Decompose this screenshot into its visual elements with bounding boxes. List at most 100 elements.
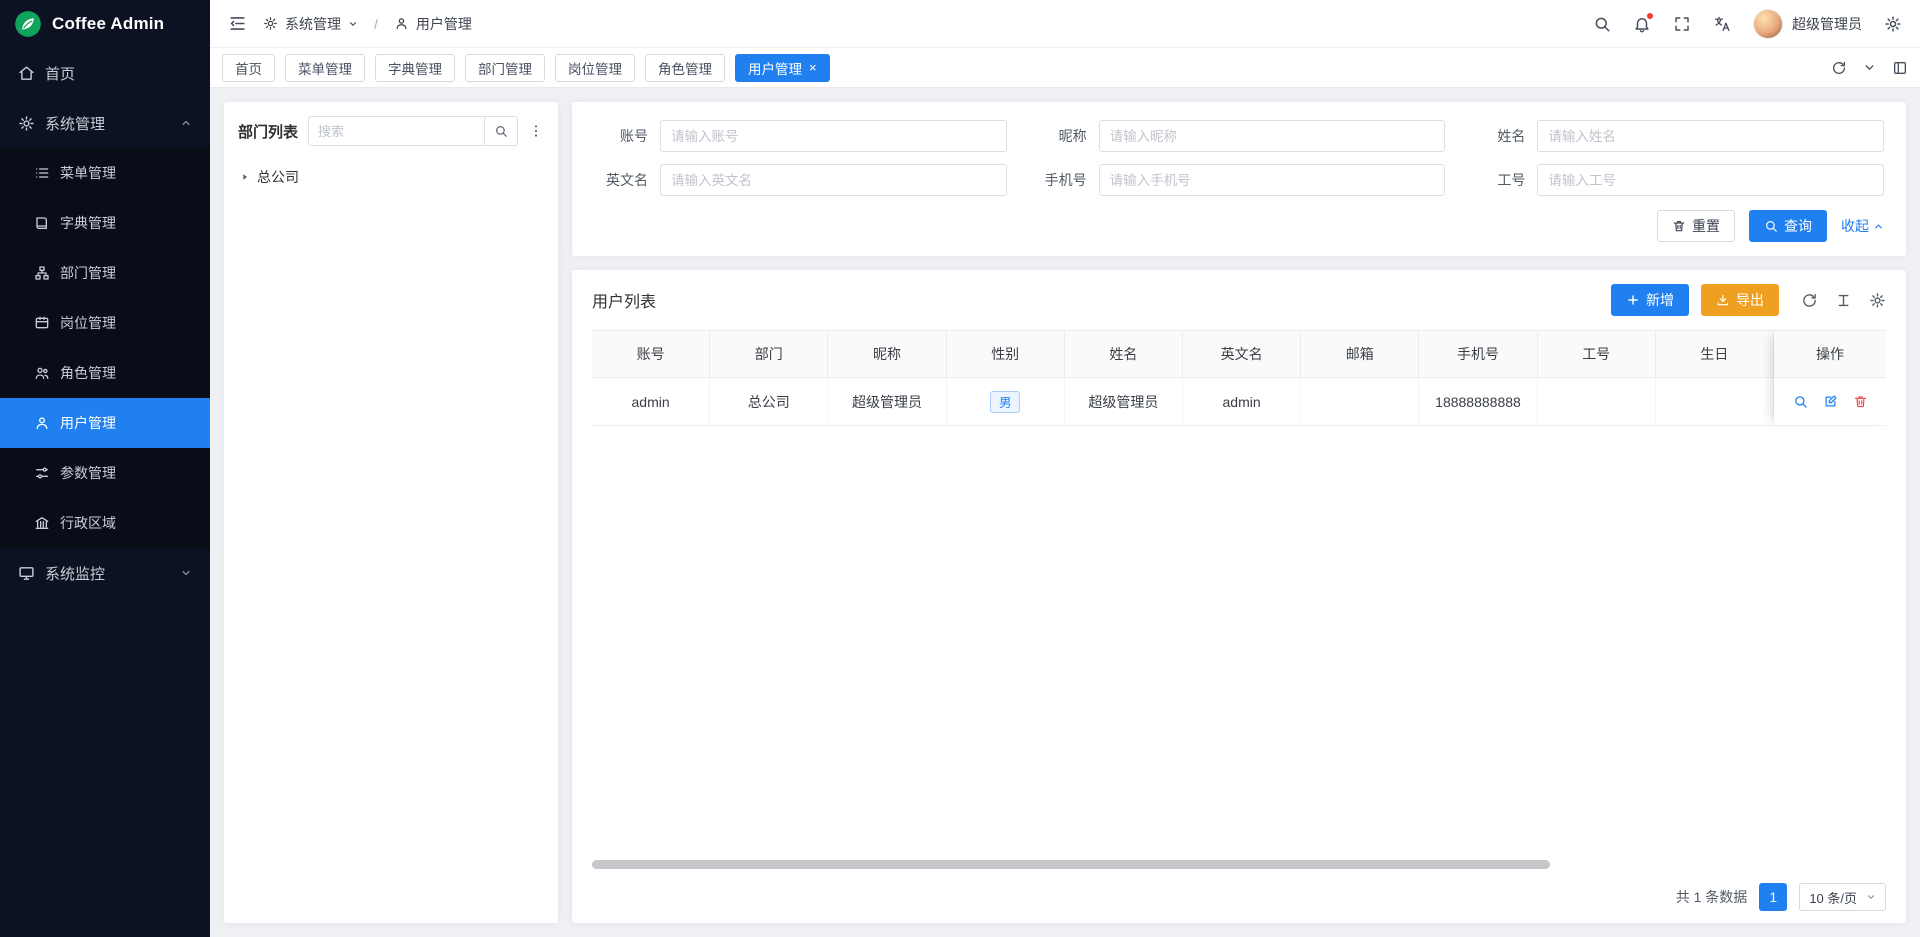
user-menu[interactable]: 超级管理员 xyxy=(1753,9,1862,39)
tab-user-mgmt[interactable]: 用户管理 × xyxy=(735,54,830,82)
tab-label: 角色管理 xyxy=(658,58,712,78)
tab-menu-mgmt[interactable]: 菜单管理 xyxy=(285,54,365,82)
english-name-input[interactable] xyxy=(660,164,1007,196)
tab-label: 菜单管理 xyxy=(298,58,352,78)
add-user-button[interactable]: 新增 xyxy=(1611,284,1689,316)
gear-icon xyxy=(18,115,35,132)
column-header[interactable]: 手机号 xyxy=(1419,330,1537,378)
add-button-label: 新增 xyxy=(1646,290,1674,310)
sidebar-item-post-mgmt[interactable]: 岗位管理 xyxy=(0,298,210,348)
filter-field-work-no: 工号 xyxy=(1471,164,1884,196)
sidebar-item-home[interactable]: 首页 xyxy=(0,48,210,98)
edit-icon[interactable] xyxy=(1823,394,1838,409)
sidebar-group-monitor[interactable]: 系统监控 xyxy=(0,548,210,598)
breadcrumb-item-user[interactable]: 用户管理 xyxy=(394,14,472,34)
query-button[interactable]: 查询 xyxy=(1749,210,1827,242)
user-list-panel: 用户列表 新增 xyxy=(572,270,1906,923)
sidebar-item-role-mgmt[interactable]: 角色管理 xyxy=(0,348,210,398)
tab-label: 用户管理 xyxy=(748,58,802,78)
export-button[interactable]: 导出 xyxy=(1701,284,1779,316)
tab-dict-mgmt[interactable]: 字典管理 xyxy=(375,54,455,82)
sidebar-item-dict-mgmt[interactable]: 字典管理 xyxy=(0,198,210,248)
tab-label: 部门管理 xyxy=(478,58,532,78)
cell-name: 超级管理员 xyxy=(1065,378,1183,426)
column-header[interactable]: 昵称 xyxy=(828,330,946,378)
sidebar-collapse-button[interactable] xyxy=(228,14,247,33)
department-search-button[interactable] xyxy=(484,116,518,146)
gear-icon[interactable] xyxy=(1884,15,1902,33)
id-card-icon xyxy=(34,315,50,331)
account-input[interactable] xyxy=(660,120,1007,152)
chevron-up-icon xyxy=(180,117,192,129)
refresh-icon[interactable] xyxy=(1831,60,1847,76)
reset-button[interactable]: 重置 xyxy=(1657,210,1735,242)
cell-gender: 男 xyxy=(947,378,1065,426)
user-table: 账号 部门 昵称 性别 姓名 英文名 邮箱 手机号 工号 生日 ad xyxy=(592,330,1886,869)
org-tree-icon xyxy=(34,265,50,281)
reset-button-label: 重置 xyxy=(1692,216,1720,236)
tab-dept-mgmt[interactable]: 部门管理 xyxy=(465,54,545,82)
tab-home[interactable]: 首页 xyxy=(222,54,275,82)
column-header[interactable]: 性别 xyxy=(947,330,1065,378)
filter-panel: 账号 昵称 姓名 英文名 xyxy=(572,102,1906,256)
refresh-icon[interactable] xyxy=(1801,292,1818,309)
sidebar-group-label: 系统监控 xyxy=(45,563,105,584)
sidebar: Coffee Admin 首页 系统管理 xyxy=(0,0,210,937)
tab-role-mgmt[interactable]: 角色管理 xyxy=(645,54,725,82)
sidebar-group-system[interactable]: 系统管理 xyxy=(0,98,210,148)
collapse-filter-button[interactable]: 收起 xyxy=(1841,216,1884,236)
sidebar-item-region-mgmt[interactable]: 行政区域 xyxy=(0,498,210,548)
tree-node-label: 总公司 xyxy=(257,167,299,187)
plus-icon xyxy=(1626,293,1640,307)
column-header[interactable]: 英文名 xyxy=(1183,330,1301,378)
column-header[interactable]: 工号 xyxy=(1538,330,1656,378)
bell-icon[interactable] xyxy=(1633,15,1651,33)
view-icon[interactable] xyxy=(1793,394,1808,409)
phone-input[interactable] xyxy=(1099,164,1446,196)
filter-field-account: 账号 xyxy=(594,120,1007,152)
translate-icon[interactable] xyxy=(1713,15,1731,33)
sidebar-item-dept-mgmt[interactable]: 部门管理 xyxy=(0,248,210,298)
chevron-up-icon xyxy=(1873,221,1884,232)
horizontal-scrollbar xyxy=(592,860,1886,869)
text-height-icon[interactable] xyxy=(1835,292,1852,309)
gear-icon[interactable] xyxy=(1869,292,1886,309)
table-tool-icons xyxy=(1801,292,1886,309)
user-icon xyxy=(34,415,50,431)
tree-node-root[interactable]: 总公司 xyxy=(238,164,544,190)
export-button-label: 导出 xyxy=(1736,290,1764,310)
department-panel-title: 部门列表 xyxy=(238,121,298,142)
column-header[interactable]: 姓名 xyxy=(1065,330,1183,378)
name-input[interactable] xyxy=(1537,120,1884,152)
column-header[interactable]: 账号 xyxy=(592,330,710,378)
filter-field-name: 姓名 xyxy=(1471,120,1884,152)
sidebar-item-user-mgmt[interactable]: 用户管理 xyxy=(0,398,210,448)
sidebar-item-menu-mgmt[interactable]: 菜单管理 xyxy=(0,148,210,198)
chevron-down-icon[interactable] xyxy=(1863,61,1876,74)
column-header[interactable]: 生日 xyxy=(1656,330,1774,378)
user-list-header: 用户列表 新增 xyxy=(592,284,1886,316)
fixed-actions-column: 操作 xyxy=(1774,330,1886,426)
tab-close-icon[interactable]: × xyxy=(809,61,817,74)
sidebar-item-param-mgmt[interactable]: 参数管理 xyxy=(0,448,210,498)
download-icon xyxy=(1716,293,1730,307)
column-header[interactable]: 部门 xyxy=(710,330,828,378)
nickname-input[interactable] xyxy=(1099,120,1446,152)
page-size-select[interactable]: 10 条/页 xyxy=(1799,883,1886,911)
fullscreen-icon[interactable] xyxy=(1673,15,1691,33)
breadcrumb-item-system[interactable]: 系统管理 xyxy=(263,14,358,34)
work-no-input[interactable] xyxy=(1537,164,1884,196)
delete-icon[interactable] xyxy=(1853,394,1868,409)
department-search-input[interactable] xyxy=(308,116,484,146)
main-area: 系统管理 / 用户管理 xyxy=(210,0,1920,937)
search-icon[interactable] xyxy=(1593,15,1611,33)
column-header[interactable]: 邮箱 xyxy=(1301,330,1419,378)
sidebar-submenu-system: 菜单管理 字典管理 部门管理 xyxy=(0,148,210,548)
layout-icon[interactable] xyxy=(1892,60,1908,76)
page-button-1[interactable]: 1 xyxy=(1759,883,1787,911)
more-options-icon[interactable] xyxy=(528,123,544,139)
scrollbar-thumb[interactable] xyxy=(592,860,1550,869)
field-label: 账号 xyxy=(594,126,660,146)
caret-right-icon[interactable] xyxy=(240,172,250,182)
tab-post-mgmt[interactable]: 岗位管理 xyxy=(555,54,635,82)
